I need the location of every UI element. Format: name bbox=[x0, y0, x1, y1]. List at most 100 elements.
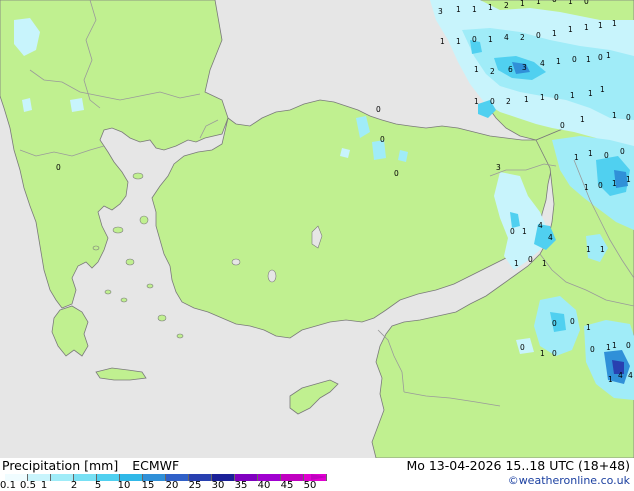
precip-value-label: 1 bbox=[474, 97, 479, 106]
precip-value-label: 0 bbox=[472, 35, 477, 44]
precip-value-label: 0 bbox=[520, 343, 525, 352]
precip-value-label: 0 bbox=[394, 169, 399, 178]
precip-value-label: 1 bbox=[552, 29, 557, 38]
precip-value-label: 0 bbox=[380, 135, 385, 144]
precip-value-label: 1 bbox=[540, 349, 545, 358]
precip-value-label: 0 bbox=[620, 147, 625, 156]
color-scale-ticks: 0.1 0.5 1 2 5 10 15 20 25 30 35 40 45 50 bbox=[0, 480, 330, 491]
precip-value-label: 2 bbox=[520, 33, 525, 42]
precip-value-label: 1 bbox=[568, 25, 573, 34]
precip-value-label: 1 bbox=[606, 51, 611, 60]
precip-value-label: 1 bbox=[514, 259, 519, 268]
precip-value-label: 1 bbox=[456, 37, 461, 46]
precip-value-label: 0 bbox=[510, 227, 515, 236]
valid-datetime: Mo 13-04-2026 15..18 UTC (18+48) bbox=[406, 458, 630, 473]
precip-value-label: 1 bbox=[586, 245, 591, 254]
precip-value-label: 1 bbox=[584, 23, 589, 32]
legend-tick-label: 0.5 bbox=[20, 480, 36, 491]
legend-tick-label: 50 bbox=[303, 480, 317, 491]
legend-tick-label: 1 bbox=[40, 480, 48, 491]
precip-value-label: 0 bbox=[536, 31, 541, 40]
precip-value-label: 1 bbox=[570, 91, 575, 100]
precip-value-label: 1 bbox=[542, 259, 547, 268]
precip-value-label: 1 bbox=[608, 375, 613, 384]
legend-tick-label: 35 bbox=[234, 480, 248, 491]
legend-tick-label: 45 bbox=[280, 480, 294, 491]
precip-value-label: 0 bbox=[554, 93, 559, 102]
precip-value-label: 1 bbox=[612, 179, 617, 188]
credit-link[interactable]: ©weatheronline.co.uk bbox=[508, 474, 630, 487]
precip-value-label: 0 bbox=[598, 53, 603, 62]
precip-value-label: 2 bbox=[490, 67, 495, 76]
precip-value-label: 1 bbox=[440, 37, 445, 46]
precip-value-label: 2 bbox=[506, 97, 511, 106]
precip-value-label: 1 bbox=[456, 5, 461, 14]
precip-value-label: 0 bbox=[572, 55, 577, 64]
precip-value-label: 3 bbox=[522, 63, 527, 72]
precip-value-label: 0 bbox=[552, 349, 557, 358]
precip-value-label: 4 bbox=[504, 33, 509, 42]
legend-tick-label: 10 bbox=[117, 480, 131, 491]
precip-value-label: 1 bbox=[612, 111, 617, 120]
precip-value-label: 1 bbox=[520, 0, 525, 8]
precip-value-label: 0 bbox=[626, 113, 631, 122]
precip-value-label: 1 bbox=[600, 85, 605, 94]
precip-value-label: 0 bbox=[56, 163, 61, 172]
legend-tick-label: 5 bbox=[94, 480, 102, 491]
precip-value-label: 1 bbox=[626, 175, 631, 184]
precip-value-label: 0 bbox=[528, 255, 533, 264]
map-title: Precipitation [mm] ECMWF bbox=[2, 458, 179, 473]
precip-value-label: 1 bbox=[488, 3, 493, 12]
legend-tick-label: 25 bbox=[188, 480, 202, 491]
precip-value-label: 4 bbox=[628, 371, 633, 380]
precip-value-label: 1 bbox=[568, 0, 573, 6]
precip-value-label: 0 bbox=[490, 97, 495, 106]
precip-value-label: 1 bbox=[598, 21, 603, 30]
precip-value-label: 1 bbox=[580, 115, 585, 124]
precip-value-label: 0 bbox=[560, 121, 565, 130]
precip-value-label: 1 bbox=[600, 245, 605, 254]
precip-value-label: 0 bbox=[552, 0, 557, 4]
map-canvas: 3111211010110142011111101014362111101120… bbox=[0, 0, 634, 458]
legend-tick-label: 15 bbox=[141, 480, 155, 491]
precip-value-label: 1 bbox=[586, 55, 591, 64]
precip-value-label: 0 bbox=[570, 317, 575, 326]
precip-value-label: 4 bbox=[548, 233, 553, 242]
precip-value-label: 0 bbox=[376, 105, 381, 114]
precip-value-label: 1 bbox=[488, 35, 493, 44]
precip-value-label: 2 bbox=[504, 1, 509, 10]
precip-value-label: 3 bbox=[496, 163, 501, 172]
precip-value-label: 1 bbox=[474, 65, 479, 74]
precipitation-map: 3111211010110142011111101014362111101120… bbox=[0, 0, 634, 458]
precip-value-label: 1 bbox=[588, 149, 593, 158]
precip-value-label: 6 bbox=[508, 65, 513, 74]
precip-value-label: 1 bbox=[606, 343, 611, 352]
precip-value-label: 1 bbox=[574, 153, 579, 162]
precip-value-label: 1 bbox=[586, 323, 591, 332]
precip-value-label: 1 bbox=[524, 95, 529, 104]
precip-value-label: 4 bbox=[618, 371, 623, 380]
legend-tick-label: 0.1 bbox=[0, 480, 16, 491]
legend-tick-label: 40 bbox=[257, 480, 271, 491]
precip-value-label: 1 bbox=[522, 227, 527, 236]
footer-bar: Precipitation [mm] ECMWF Mo 13-04-2026 15… bbox=[0, 458, 634, 491]
precip-value-label: 1 bbox=[612, 19, 617, 28]
legend-tick-label: 2 bbox=[70, 480, 78, 491]
title-text: Precipitation [mm] bbox=[2, 458, 119, 473]
precip-value-label: 0 bbox=[604, 151, 609, 160]
precip-value-label: 0 bbox=[598, 181, 603, 190]
precip-value-label: 4 bbox=[540, 59, 545, 68]
precip-value-label: 1 bbox=[540, 93, 545, 102]
precip-value-label: 1 bbox=[612, 341, 617, 350]
precip-value-label: 4 bbox=[538, 221, 543, 230]
legend-tick-label: 20 bbox=[165, 480, 179, 491]
precip-value-label: 0 bbox=[626, 341, 631, 350]
precip-value-label: 3 bbox=[438, 7, 443, 16]
precip-value-label: 1 bbox=[536, 0, 541, 6]
precip-value-label: 1 bbox=[588, 89, 593, 98]
precip-value-label: 0 bbox=[552, 319, 557, 328]
model-name: ECMWF bbox=[132, 458, 180, 473]
precip-value-label: 1 bbox=[584, 183, 589, 192]
precip-value-label: 1 bbox=[472, 5, 477, 14]
legend-tick-label: 30 bbox=[211, 480, 225, 491]
